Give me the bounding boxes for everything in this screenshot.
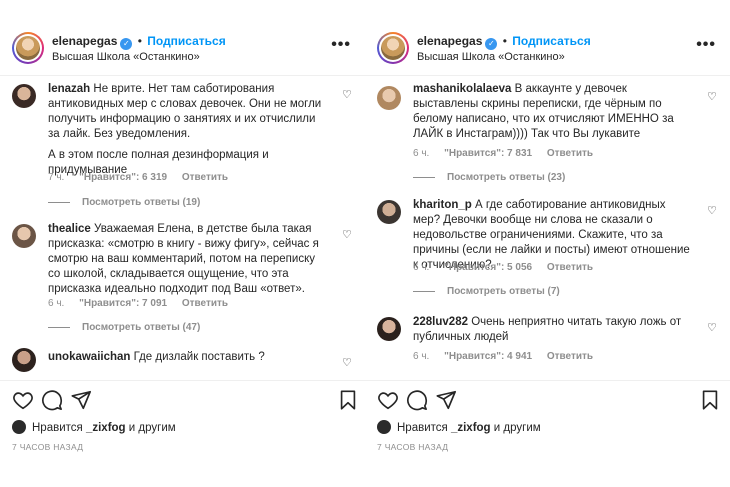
like-comment-icon[interactable]: ♡ [342, 90, 353, 101]
view-replies-button[interactable]: Посмотреть ответы (23) [413, 172, 565, 183]
like-comment-icon[interactable]: ♡ [707, 206, 718, 217]
comment-time[interactable]: 6 ч. [413, 351, 429, 362]
comment-likes[interactable]: "Нравится": 6 319 [79, 172, 167, 183]
author-avatar[interactable] [377, 32, 409, 64]
like-comment-icon[interactable]: ♡ [342, 358, 353, 369]
likes-summary: Нравится _zixfog и другим [377, 420, 541, 434]
post-panel-left: elenapegas ✓ • Подписаться Высшая Школа «… [0, 0, 365, 487]
comment-text: Где дизлайк поставить ? [133, 351, 265, 363]
view-replies-button[interactable]: Посмотреть ответы (47) [48, 322, 200, 333]
liker-avatar[interactable] [377, 420, 391, 434]
reply-button[interactable]: Ответить [182, 172, 228, 183]
commenter-username[interactable]: 228luv282 [413, 316, 468, 328]
commenter-username[interactable]: khariton_p [413, 199, 472, 211]
replies-line [48, 326, 70, 328]
comment-icon[interactable] [406, 389, 428, 411]
replies-line [413, 176, 435, 178]
paper-plane-icon[interactable] [70, 389, 92, 411]
commenter-avatar[interactable] [12, 224, 36, 248]
view-replies-label: Посмотреть ответы (7) [447, 286, 560, 297]
comment-likes[interactable]: "Нравится": 7 091 [79, 298, 167, 309]
likes-prefix: Нравится [397, 422, 448, 434]
comments-list[interactable]: lenazah Не врите. Нет там саботирования … [0, 75, 365, 375]
comment-likes[interactable]: "Нравится": 4 941 [444, 351, 532, 362]
commenter-avatar[interactable] [377, 86, 401, 110]
follow-button[interactable]: Подписаться [512, 34, 590, 48]
comment-time[interactable]: 6 ч. [413, 148, 429, 159]
view-replies-button[interactable]: Посмотреть ответы (7) [413, 286, 560, 297]
liker-avatar[interactable] [12, 420, 26, 434]
likes-summary: Нравится _zixfog и другим [12, 420, 176, 434]
follow-button[interactable]: Подписаться [147, 34, 225, 48]
view-replies-button[interactable]: Посмотреть ответы (19) [48, 197, 200, 208]
bookmark-icon[interactable] [337, 389, 359, 411]
comment-likes[interactable]: "Нравится": 7 831 [444, 148, 532, 159]
paper-plane-icon[interactable] [435, 389, 457, 411]
view-replies-label: Посмотреть ответы (47) [82, 322, 201, 333]
commenter-username[interactable]: thealice [48, 223, 91, 235]
post-location[interactable]: Высшая Школа «Останкино» [417, 51, 565, 63]
post-actions-bar [0, 380, 365, 420]
view-replies-label: Посмотреть ответы (19) [82, 197, 201, 208]
more-options-icon[interactable]: ••• [696, 36, 716, 54]
comment-likes[interactable]: "Нравится": 5 056 [444, 262, 532, 273]
verified-icon: ✓ [120, 38, 133, 50]
replies-line [413, 290, 435, 292]
reply-button[interactable]: Ответить [547, 262, 593, 273]
verified-icon: ✓ [485, 38, 498, 50]
like-comment-icon[interactable]: ♡ [342, 230, 353, 241]
like-comment-icon[interactable]: ♡ [707, 323, 718, 334]
bookmark-icon[interactable] [699, 389, 721, 411]
commenter-avatar[interactable] [12, 348, 36, 372]
commenter-avatar[interactable] [377, 200, 401, 224]
comments-list[interactable]: mashanikolalaeva В аккаунте у девочек вы… [365, 75, 730, 375]
commenter-avatar[interactable] [377, 317, 401, 341]
liker-username[interactable]: _zixfog [451, 422, 491, 434]
commenter-username[interactable]: unokawaiichan [48, 351, 130, 363]
reply-button[interactable]: Ответить [547, 148, 593, 159]
heart-icon[interactable] [377, 389, 399, 411]
post-time[interactable]: 7 ЧАСОВ НАЗАД [12, 442, 83, 452]
separator-dot: • [502, 34, 507, 48]
author-username[interactable]: elenapegas [417, 34, 482, 48]
author-avatar[interactable] [12, 32, 44, 64]
reply-button[interactable]: Ответить [547, 351, 593, 362]
comment-icon[interactable] [41, 389, 63, 411]
post-header: elenapegas ✓ • Подписаться Высшая Школа «… [365, 24, 730, 74]
post-location[interactable]: Высшая Школа «Останкино» [52, 51, 200, 63]
post-header: elenapegas ✓ • Подписаться Высшая Школа «… [0, 24, 365, 74]
like-comment-icon[interactable]: ♡ [707, 92, 718, 103]
replies-line [48, 201, 70, 203]
heart-icon[interactable] [12, 389, 34, 411]
post-actions-bar [365, 380, 730, 420]
separator-dot: • [137, 34, 142, 48]
post-time[interactable]: 7 ЧАСОВ НАЗАД [377, 442, 448, 452]
reply-button[interactable]: Ответить [182, 298, 228, 309]
comment-time[interactable]: 6 ч. [413, 262, 429, 273]
more-options-icon[interactable]: ••• [331, 36, 351, 54]
likes-others-link[interactable]: и другим [494, 422, 541, 434]
comment-time[interactable]: 7 ч. [48, 172, 64, 183]
likes-others-link[interactable]: и другим [129, 422, 176, 434]
author-username[interactable]: elenapegas [52, 34, 117, 48]
view-replies-label: Посмотреть ответы (23) [447, 172, 566, 183]
post-panel-right: elenapegas ✓ • Подписаться Высшая Школа «… [365, 0, 730, 487]
comment-time[interactable]: 6 ч. [48, 298, 64, 309]
liker-username[interactable]: _zixfog [86, 422, 126, 434]
likes-prefix: Нравится [32, 422, 83, 434]
commenter-avatar[interactable] [12, 84, 36, 108]
commenter-username[interactable]: lenazah [48, 83, 90, 95]
commenter-username[interactable]: mashanikolalaeva [413, 83, 511, 95]
